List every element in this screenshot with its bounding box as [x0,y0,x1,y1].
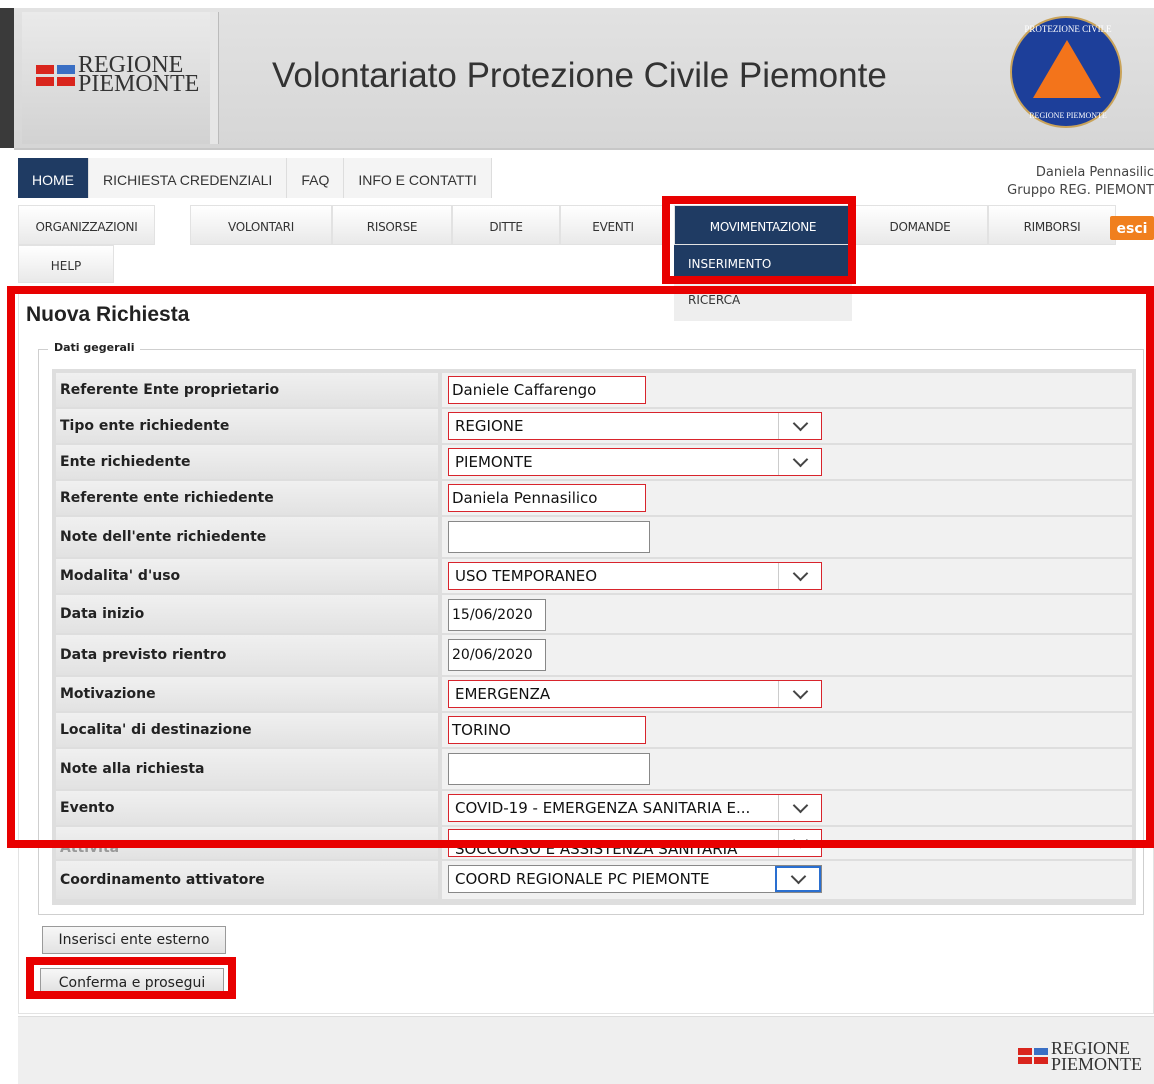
tipo-ente-value: REGIONE [455,417,524,435]
modalita-uso-select[interactable]: USO TEMPORANEO [448,562,822,590]
label-modalita-uso: Modalita' d'uso [56,559,438,593]
chevron-down-icon[interactable] [778,795,821,821]
note-richiesta-input[interactable] [448,753,650,785]
regione-flag-icon [36,64,75,86]
page-title: Nuova Richiesta [26,303,190,326]
modalita-uso-value: USO TEMPORANEO [455,567,598,585]
label-coordinamento: Coordinamento attivatore [56,861,438,899]
ente-richiedente-select[interactable]: PIEMONTE [448,448,822,476]
coordinamento-value: COORD REGIONALE PC PIEMONTE [455,870,710,888]
conferma-prosegui-button[interactable]: Conferma e prosegui [40,968,224,992]
row-motivazione: Motivazione EMERGENZA [56,677,1132,711]
label-ente-richiedente: Ente richiedente [56,445,438,479]
dropdown-ricerca[interactable]: RICERCA [674,283,852,321]
label-tipo-ente: Tipo ente richiedente [56,409,438,443]
chevron-down-icon[interactable] [778,449,821,475]
esci-button[interactable]: esci [1110,216,1154,240]
menu-domande[interactable]: DOMANDE [852,205,988,245]
nav-faq[interactable]: FAQ [287,158,345,198]
label-motivazione: Motivazione [56,677,438,711]
label-attivita: Attivita' [56,827,438,859]
row-note-richiesta: Note alla richiesta [56,749,1132,789]
label-data-inizio: Data inizio [56,595,438,633]
menu-movimentazione[interactable]: MOVIMENTAZIONE [674,205,852,245]
tipo-ente-select[interactable]: REGIONE [448,412,822,440]
row-ente-richiedente: Ente richiedente PIEMONTE [56,445,1132,479]
row-coordinamento: Coordinamento attivatore COORD REGIONALE… [56,861,1132,899]
evento-select[interactable]: COVID-19 - EMERGENZA SANITARIA E... [448,794,822,822]
note-ente-input[interactable] [448,521,650,553]
left-dark-strip [0,8,14,148]
motivazione-select[interactable]: EMERGENZA [448,680,822,708]
site-title: Volontariato Protezione Civile Piemonte [272,56,887,95]
top-nav: HOME RICHIESTA CREDENZIALI FAQ INFO E CO… [18,158,492,198]
chevron-down-icon[interactable] [778,413,821,439]
nav-home[interactable]: HOME [18,158,89,198]
menu-risorse[interactable]: RISORSE [332,205,452,245]
menu-organizzazioni[interactable]: ORGANIZZAZIONI [18,205,155,245]
fieldset-legend: Dati gegerali [48,341,141,354]
inserisci-ente-esterno-button[interactable]: Inserisci ente esterno [42,926,226,954]
coordinamento-select[interactable]: COORD REGIONALE PC PIEMONTE [448,865,822,893]
footer [18,1016,1154,1084]
chevron-down-icon[interactable] [778,681,821,707]
menu-eventi[interactable]: EVENTI [560,205,666,245]
menu-ditte[interactable]: DITTE [452,205,560,245]
chevron-down-icon[interactable] [778,830,821,856]
menu-help[interactable]: HELP [18,245,114,283]
user-info: Daniela Pennasilic Gruppo REG. PIEMONT [1007,164,1154,200]
referente-proprietario-input[interactable]: Daniele Caffarengo [448,376,646,404]
label-note-ente: Note dell'ente richiedente [56,517,438,557]
row-referente-proprietario: Referente Ente proprietario Daniele Caff… [56,373,1132,407]
dropdown-inserimento[interactable]: INSERIMENTO [674,245,852,283]
attivita-value: SOCCORSO E ASSISTENZA SANITARIA [455,840,738,858]
menu-rimborsi[interactable]: RIMBORSI [988,205,1116,245]
row-note-ente: Note dell'ente richiedente [56,517,1132,557]
logo-line-2: PIEMONTE [78,71,200,97]
label-data-rientro: Data previsto rientro [56,635,438,675]
row-evento: Evento COVID-19 - EMERGENZA SANITARIA E.… [56,791,1132,825]
row-localita: Localita' di destinazione TORINO [56,713,1132,747]
label-referente-proprietario: Referente Ente proprietario [56,373,438,407]
row-data-rientro: Data previsto rientro 20/06/2020 [56,635,1132,675]
regione-flag-icon [1018,1048,1048,1064]
data-rientro-input[interactable]: 20/06/2020 [448,639,546,671]
localita-input[interactable]: TORINO [448,716,646,744]
label-note-richiesta: Note alla richiesta [56,749,438,789]
main-menu: ORGANIZZAZIONI VOLONTARI RISORSE DITTE E… [18,205,1154,245]
page: REGIONE PIEMONTE Volontariato Protezione… [0,0,1154,1084]
regione-logo-box[interactable]: REGIONE PIEMONTE [22,12,218,144]
row-tipo-ente: Tipo ente richiedente REGIONE [56,409,1132,443]
row-data-inizio: Data inizio 15/06/2020 [56,595,1132,633]
ente-richiedente-value: PIEMONTE [455,453,533,471]
footer-logo-line-2: PIEMONTE [1051,1054,1142,1074]
pc-logo-bottom-text: REGIONE PIEMONTE [1029,111,1107,120]
form-table: Referente Ente proprietario Daniele Caff… [52,369,1136,905]
chevron-down-icon[interactable] [775,866,821,892]
label-evento: Evento [56,791,438,825]
row-attivita: Attivita' SOCCORSO E ASSISTENZA SANITARI… [56,827,1132,859]
regione-piemonte-logo: REGIONE PIEMONTE [36,53,200,97]
motivazione-value: EMERGENZA [455,685,551,703]
label-localita: Localita' di destinazione [56,713,438,747]
movimentazione-dropdown: INSERIMENTO RICERCA [674,245,852,321]
chevron-down-icon[interactable] [778,563,821,589]
menu-volontari[interactable]: VOLONTARI [190,205,332,245]
data-inizio-input[interactable]: 15/06/2020 [448,599,546,631]
footer-regione-logo: REGIONE PIEMONTE [1018,1039,1142,1074]
attivita-select[interactable]: SOCCORSO E ASSISTENZA SANITARIA [448,829,822,858]
user-name: Daniela Pennasilic [1035,165,1154,180]
evento-value: COVID-19 - EMERGENZA SANITARIA E... [455,799,751,817]
label-referente-richiedente: Referente ente richiedente [56,481,438,515]
user-group: Gruppo REG. PIEMONT [1007,183,1154,198]
referente-richiedente-input[interactable]: Daniela Pennasilico [448,484,646,512]
pc-logo-top-text: PROTEZIONE CIVILE [1024,24,1112,34]
nav-richiesta-credenziali[interactable]: RICHIESTA CREDENZIALI [89,158,288,198]
row-referente-richiedente: Referente ente richiedente Daniela Penna… [56,481,1132,515]
row-modalita-uso: Modalita' d'uso USO TEMPORANEO [56,559,1132,593]
protezione-civile-logo-icon: PROTEZIONE CIVILE REGIONE PIEMONTE [1010,16,1122,128]
nav-info-contatti[interactable]: INFO E CONTATTI [344,158,492,198]
